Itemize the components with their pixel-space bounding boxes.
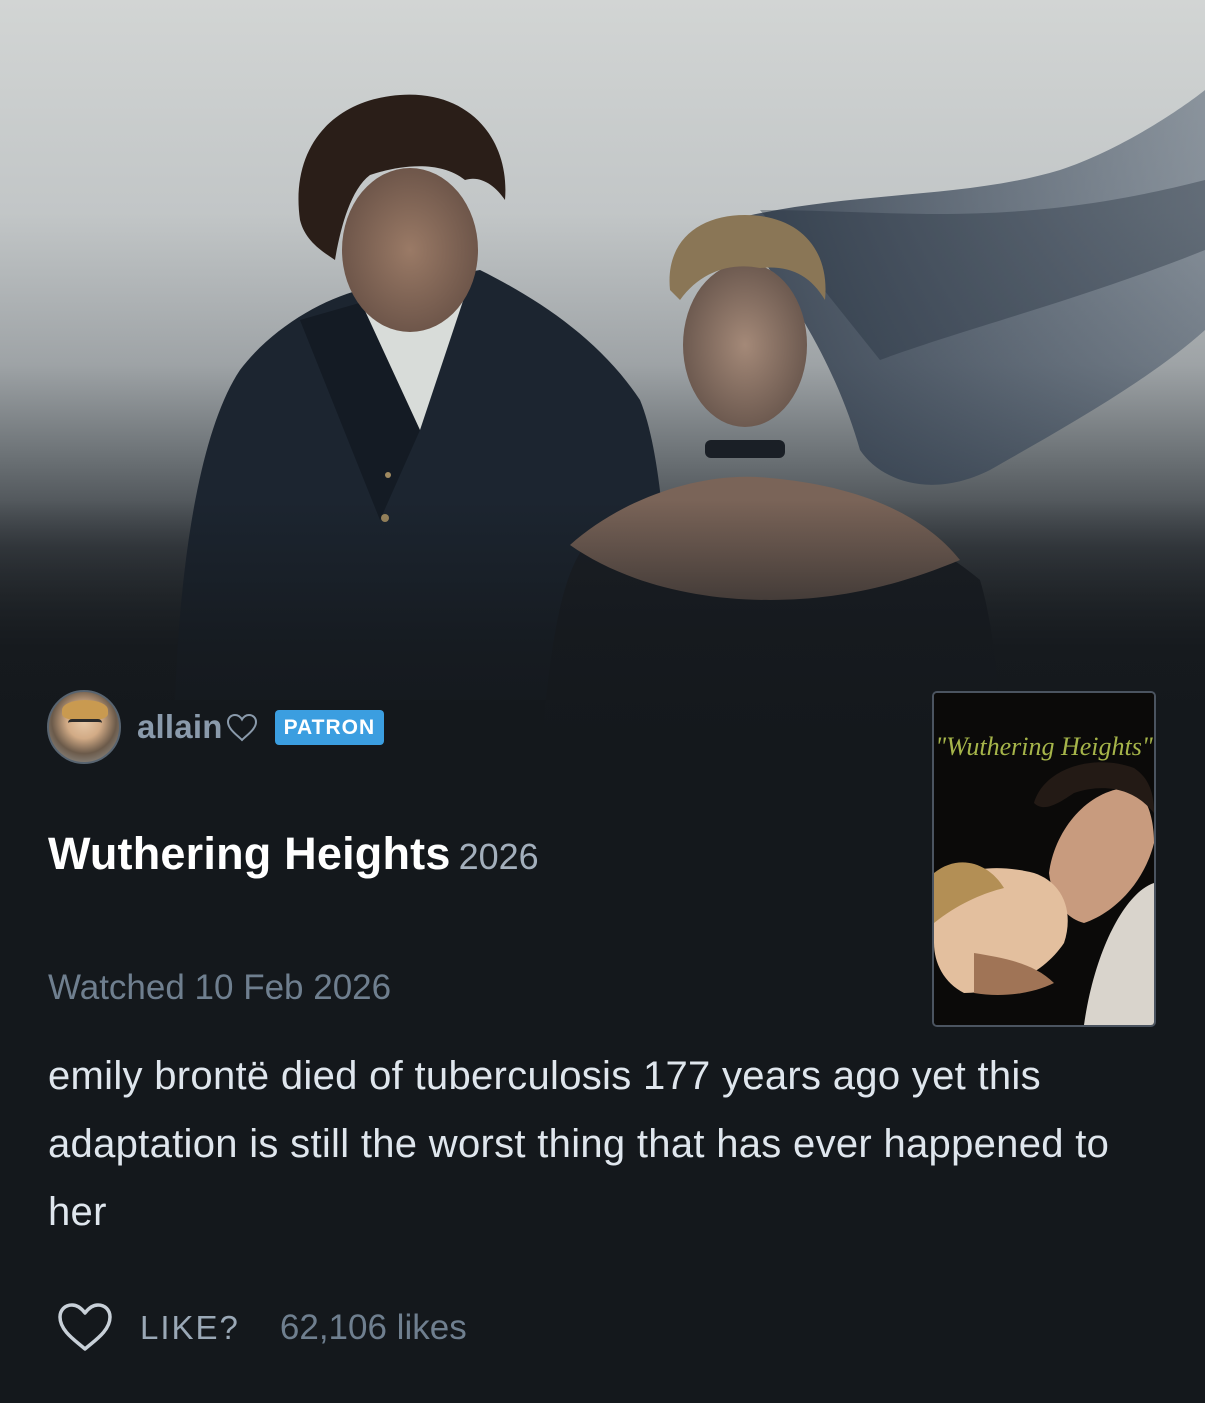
watched-date: Watched 10 Feb 2026 (48, 968, 392, 1007)
avatar-hair (62, 700, 108, 720)
review-text: emily brontë died of tuberculosis 177 ye… (48, 1054, 1110, 1234)
poster-title-logo: "Wuthering Heights" (935, 732, 1153, 761)
review-screen: allain PATRON Wuthering Heights 2026 Watc… (0, 0, 1205, 1403)
review-author-row: allain PATRON (47, 688, 385, 766)
film-year[interactable]: 2026 (459, 836, 539, 877)
backdrop-image (0, 0, 1205, 760)
film-title[interactable]: Wuthering Heights (48, 828, 451, 879)
author-username[interactable]: allain (137, 708, 223, 746)
avatar[interactable] (47, 690, 121, 764)
film-poster[interactable]: "Wuthering Heights" (932, 691, 1156, 1027)
like-row: LIKE? 62,106 likes (56, 1296, 467, 1360)
like-count[interactable]: 62,106 likes (280, 1308, 467, 1348)
poster-artwork: "Wuthering Heights" (934, 693, 1154, 1025)
like-button[interactable]: LIKE? (140, 1309, 240, 1347)
film-title-line: Wuthering Heights 2026 (48, 828, 539, 880)
patron-badge: PATRON (274, 709, 385, 745)
heart-like-icon[interactable] (56, 1302, 114, 1354)
avatar-glasses (68, 719, 102, 732)
heart-outline-icon (226, 713, 257, 742)
